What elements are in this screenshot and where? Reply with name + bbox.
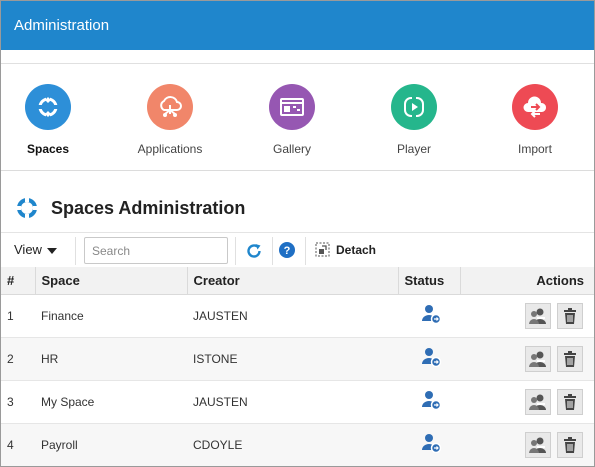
- members-icon: [528, 350, 548, 368]
- row-number: 1: [1, 294, 35, 338]
- members-icon: [528, 307, 548, 325]
- nav-item-label: Applications: [137, 142, 203, 156]
- manage-members-button[interactable]: [525, 302, 551, 329]
- spaces-icon: [25, 84, 71, 130]
- column-header-space[interactable]: Space: [35, 267, 188, 295]
- status-cell: [398, 294, 460, 338]
- spaces-table: # Space Creator Status Actions 1 Finance J…: [1, 267, 594, 466]
- title-bar: Administration: [1, 1, 594, 50]
- nav-item-gallery[interactable]: Gallery: [242, 84, 342, 156]
- view-menu-button[interactable]: View: [14, 242, 57, 257]
- row-number: 4: [1, 423, 35, 466]
- section-title: Spaces Administration: [51, 197, 246, 218]
- manage-members-button[interactable]: [525, 345, 551, 372]
- space-name[interactable]: Payroll: [35, 423, 187, 466]
- delete-button[interactable]: [557, 345, 583, 372]
- status-cell: [398, 423, 460, 466]
- toolbar-divider: [272, 237, 273, 265]
- detach-button[interactable]: Detach: [315, 242, 376, 257]
- trash-icon: [563, 307, 577, 324]
- page-title: Administration: [14, 17, 110, 34]
- status-user-icon[interactable]: [421, 433, 443, 453]
- toolbar-divider: [235, 237, 236, 265]
- trash-icon: [563, 350, 577, 367]
- table-row[interactable]: 4 Payroll CDOYLE: [1, 423, 594, 466]
- creator-name: ISTONE: [187, 337, 398, 381]
- nav-item-label: Player: [396, 142, 431, 156]
- column-header-num[interactable]: #: [1, 267, 36, 295]
- status-user-icon[interactable]: [421, 347, 443, 367]
- trash-icon: [563, 393, 577, 410]
- admin-window: Administration Spaces Applications Galle…: [0, 0, 595, 467]
- toolbar-divider: [75, 237, 76, 265]
- detach-icon: [315, 242, 330, 257]
- row-number: 2: [1, 337, 35, 381]
- space-name[interactable]: Finance: [35, 294, 187, 338]
- nav-item-label: Spaces: [26, 142, 70, 156]
- table-row[interactable]: 1 Finance JAUSTEN: [1, 294, 594, 338]
- table-row[interactable]: 2 HR ISTONE: [1, 337, 594, 381]
- status-user-icon[interactable]: [421, 390, 443, 410]
- creator-name: JAUSTEN: [187, 294, 398, 338]
- nav-item-label: Import: [517, 142, 552, 156]
- delete-button[interactable]: [557, 431, 583, 458]
- toolbar-divider: [305, 237, 306, 265]
- nav-item-applications[interactable]: Applications: [120, 84, 220, 156]
- player-icon: [391, 84, 437, 130]
- help-icon[interactable]: ?: [278, 241, 296, 259]
- table-header-row: # Space Creator Status Actions: [1, 267, 594, 295]
- spaces-icon: [15, 196, 39, 220]
- toolbar: View ? Deta: [1, 232, 594, 267]
- members-icon: [528, 393, 548, 411]
- section-header: Spaces Administration: [15, 195, 245, 221]
- view-label: View: [14, 242, 42, 257]
- manage-members-button[interactable]: [525, 431, 551, 458]
- status-cell: [398, 337, 460, 381]
- caret-down-icon: [46, 247, 57, 254]
- detach-label: Detach: [336, 242, 377, 257]
- svg-text:?: ?: [284, 245, 291, 257]
- delete-button[interactable]: [557, 302, 583, 329]
- manage-members-button[interactable]: [525, 388, 551, 415]
- creator-name: CDOYLE: [187, 423, 398, 466]
- delete-button[interactable]: [557, 388, 583, 415]
- column-header-actions: Actions: [460, 267, 594, 295]
- space-name[interactable]: HR: [35, 337, 187, 381]
- members-icon: [528, 436, 548, 454]
- actions-cell: [460, 423, 594, 466]
- nav-bar: Spaces Applications Gallery Player Impor…: [1, 63, 594, 171]
- trash-icon: [563, 436, 577, 453]
- column-header-creator[interactable]: Creator: [187, 267, 399, 295]
- nav-item-label: Gallery: [272, 142, 311, 156]
- status-cell: [398, 380, 460, 424]
- actions-cell: [460, 294, 594, 338]
- actions-cell: [460, 337, 594, 381]
- space-name[interactable]: My Space: [35, 380, 187, 424]
- nav-item-player[interactable]: Player: [364, 84, 464, 156]
- column-header-status[interactable]: Status: [398, 267, 461, 295]
- nav-item-spaces[interactable]: Spaces: [1, 84, 98, 156]
- search-input[interactable]: [84, 237, 228, 264]
- nav-item-import[interactable]: Import: [485, 84, 585, 156]
- applications-cloud-icon: [147, 84, 193, 130]
- table-row[interactable]: 3 My Space JAUSTEN: [1, 380, 594, 424]
- import-icon: [512, 84, 558, 130]
- creator-name: JAUSTEN: [187, 380, 398, 424]
- gallery-icon: [269, 84, 315, 130]
- row-number: 3: [1, 380, 35, 424]
- refresh-icon[interactable]: [244, 241, 264, 261]
- status-user-icon[interactable]: [421, 304, 443, 324]
- actions-cell: [460, 380, 594, 424]
